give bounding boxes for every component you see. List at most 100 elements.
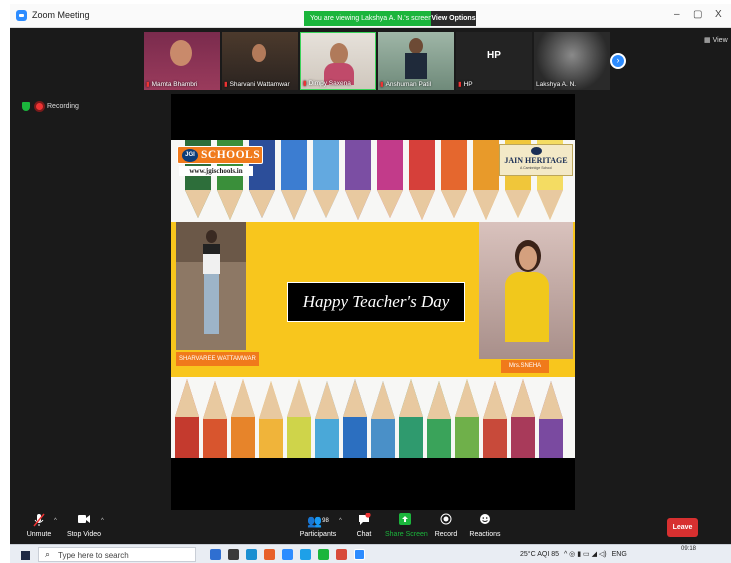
participant-body (405, 53, 427, 79)
language-text: ENG (611, 551, 627, 558)
view-options-label: View Options (431, 15, 476, 22)
share-screen-icon (385, 513, 425, 530)
viewing-screen-banner: You are viewing Lakshya A. N.'s screen (304, 11, 431, 26)
muted-mic-icon: ▮ (224, 81, 228, 88)
zoom-active-icon[interactable] (354, 549, 365, 560)
clock[interactable]: 09:18 (681, 546, 696, 552)
jgi-badge: JGI (182, 149, 198, 162)
muted-mic-icon: ▮ (303, 80, 307, 87)
chat-button[interactable]: Chat (352, 512, 376, 539)
muted-mic-icon: ▮ (380, 81, 384, 88)
yellow-banner: Happy Teacher's Day SHARVAREE WATTAMWAR … (171, 222, 575, 377)
participant-tile[interactable]: ▮ Mamta Bhambri (144, 32, 220, 90)
meeting-toolbar: Unmute ^ Stop Video ^ 👥98 Participants ^… (10, 510, 731, 544)
muted-mic-icon: ▮ (146, 81, 150, 88)
meeting-area: ▮ Mamta Bhambri ▮ Sharvani Wattamwar ▮ Dimp… (10, 28, 731, 516)
grid-icon: ▦ (704, 37, 711, 44)
minimize-button[interactable]: – (674, 9, 680, 20)
shared-screen: JGI SCHOOLS www.jgischools.in JAIN HERIT… (171, 94, 575, 516)
student-photo (176, 222, 246, 350)
participants-label: Participants (299, 531, 337, 538)
reactions-icon (469, 513, 501, 530)
tray-icons: ^ ◎ ▮ ▭ ◢ ◁) (563, 551, 607, 558)
participant-name: ▮ Anshuman Patil (380, 81, 432, 88)
jain-heritage-subtitle: A Cambridge School (520, 166, 552, 170)
zoom-logo-icon (16, 10, 27, 21)
recording-label: Recording (47, 103, 79, 110)
participant-face (409, 38, 423, 54)
participant-name: ▮ Mamta Bhambri (146, 81, 198, 88)
edge-browser-icon[interactable] (246, 549, 257, 560)
participant-tile[interactable]: ▮ Anshuman Patil (378, 32, 454, 90)
search-icon: ⌕ (45, 549, 51, 559)
muted-microphone-icon (24, 513, 54, 530)
record-icon (433, 513, 459, 530)
store-icon[interactable] (228, 549, 239, 560)
participant-tile[interactable]: HP ▮ HP (456, 32, 532, 90)
participants-options-caret[interactable]: ^ (339, 518, 342, 524)
audio-options-caret[interactable]: ^ (54, 518, 57, 524)
teacher-name-caption: Mrs.SNEHA (501, 360, 549, 373)
windows-taskbar: ⌕ Type here to search 25°C AQI 85 ^ ◎ ▮ … (10, 544, 731, 563)
participant-tile[interactable]: ▮ Dimpy Saxena (300, 32, 376, 90)
jain-heritage-text: JAIN HERITAGE (504, 156, 568, 165)
video-camera-icon (66, 513, 102, 530)
participant-tile[interactable]: ▮ Sharvani Wattamwar (222, 32, 298, 90)
zoom-window: Zoom Meeting You are viewing Lakshya A. … (10, 4, 731, 563)
chat-label: Chat (356, 531, 372, 538)
zoom-taskbar-icon[interactable] (282, 549, 293, 560)
stop-video-label: Stop Video (66, 531, 102, 538)
chevron-right-icon: › (616, 55, 620, 65)
view-options-button[interactable]: View Options ▾ (431, 11, 476, 37)
windows-start-icon[interactable] (21, 551, 30, 560)
happy-teachers-day-headline: Happy Teacher's Day (287, 282, 465, 322)
participant-tile[interactable]: Lakshya A. N. (534, 32, 610, 90)
pencils-bottom-image (175, 379, 563, 458)
office-icon[interactable] (264, 549, 275, 560)
share-screen-label: Share Screen (385, 531, 428, 538)
browser-icon[interactable] (300, 549, 311, 560)
view-button[interactable]: ▦ View (704, 36, 728, 44)
jain-heritage-emblem-icon (531, 147, 542, 155)
system-tray: 25°C AQI 85 ^ ◎ ▮ ▭ ◢ ◁) ENG (520, 550, 627, 558)
next-page-button[interactable]: › (610, 53, 626, 69)
teachers-day-slide: JGI SCHOOLS www.jgischools.in JAIN HERIT… (171, 140, 575, 458)
participant-name: ▮ HP (458, 81, 473, 88)
video-options-caret[interactable]: ^ (101, 518, 104, 524)
unmute-label: Unmute (26, 531, 52, 538)
recording-icon (36, 103, 43, 110)
leave-button[interactable]: Leave (667, 518, 698, 537)
participants-icon: 👥98 (307, 514, 329, 528)
participant-face (330, 43, 348, 65)
participant-face (252, 44, 266, 62)
window-title: Zoom Meeting (32, 10, 90, 20)
taskbar-search-box[interactable]: ⌕ Type here to search (38, 547, 196, 562)
participant-name: ▮ Sharvani Wattamwar (224, 81, 290, 88)
jgi-schools-logo: JGI SCHOOLS (177, 146, 263, 164)
record-label: Record (434, 531, 458, 538)
muted-mic-icon: ▮ (458, 81, 462, 88)
participant-strip: ▮ Mamta Bhambri ▮ Sharvani Wattamwar ▮ Dimp… (144, 32, 612, 90)
student-name-caption: SHARVAREE WATTAMWAR (176, 352, 259, 366)
participant-initials: HP (487, 50, 501, 61)
reactions-label: Reactions (469, 531, 501, 538)
close-button[interactable]: X (715, 9, 722, 20)
participant-name: Lakshya A. N. (536, 81, 577, 88)
weather-text: 25°C AQI 85 (520, 551, 559, 558)
chrome-icon[interactable] (336, 549, 347, 560)
task-view-icon[interactable] (210, 549, 221, 560)
participants-button[interactable]: 👥98 Participants (299, 513, 337, 539)
participant-name: ▮ Dimpy Saxena (303, 80, 351, 87)
unmute-button[interactable]: Unmute (24, 513, 54, 539)
teacher-photo (479, 222, 573, 359)
record-button[interactable]: Record (433, 513, 459, 539)
school-website: www.jgischools.in (179, 166, 253, 176)
maximize-button[interactable]: ▢ (693, 9, 702, 20)
search-placeholder: Type here to search (58, 551, 129, 560)
reactions-button[interactable]: Reactions (469, 513, 501, 539)
stop-video-button[interactable]: Stop Video (66, 513, 102, 539)
whatsapp-icon[interactable] (318, 549, 329, 560)
jgi-schools-text: SCHOOLS (201, 149, 261, 161)
share-screen-button[interactable]: Share Screen (385, 513, 428, 539)
participant-face (170, 40, 192, 66)
